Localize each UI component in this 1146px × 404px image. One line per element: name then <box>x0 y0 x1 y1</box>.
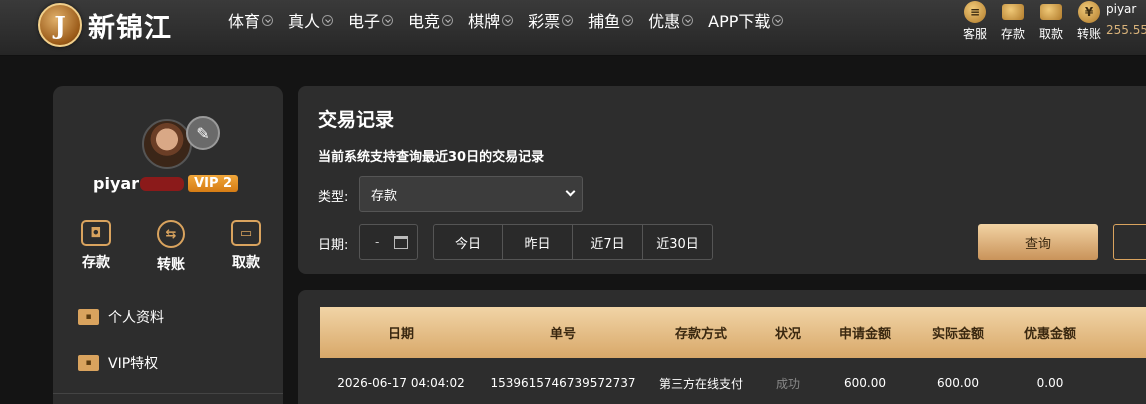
header-username: piyar <box>1106 2 1137 16</box>
page-subtitle: 当前系统支持查询最近30日的交易记录 <box>318 150 545 165</box>
date-label: 日期: <box>318 238 349 253</box>
top-header: J 新锦江 体育 真人 电子 电竞 棋牌 彩票 捕鱼 优惠 APP下载 ≡ 客服… <box>0 0 1146 56</box>
profile-card-icon: ▪ <box>78 309 99 325</box>
transaction-table-panel: 日期 单号 存款方式 状况 申请金额 实际金额 优惠金额 2026-06-17 … <box>298 290 1146 404</box>
logo[interactable]: J 新锦江 <box>38 2 172 48</box>
quick-withdraw[interactable]: 取款 <box>1032 0 1070 42</box>
chevron-down-icon <box>565 186 576 197</box>
cell-actual: 600.00 <box>937 376 979 390</box>
header-balance: 255.55 <box>1106 23 1146 37</box>
main-nav: 体育 真人 电子 电竞 棋牌 彩票 捕鱼 优惠 APP下载 <box>228 9 798 31</box>
nav-item-app-download[interactable]: APP下载 <box>708 9 784 31</box>
logo-text: 新锦江 <box>88 12 172 44</box>
nav-item-esports[interactable]: 电竞 <box>408 9 454 31</box>
yesterday-button[interactable]: 昨日 <box>503 224 573 260</box>
nav-item-sports[interactable]: 体育 <box>228 9 274 31</box>
username-row: piyar VIP 2 <box>93 174 239 193</box>
cell-order-no: 1539615746739572737 <box>490 376 636 390</box>
date-input-value: - <box>375 235 380 249</box>
vip-badge: VIP 2 <box>188 175 239 192</box>
wallet-icon <box>1002 4 1024 20</box>
logo-badge-icon: J <box>38 3 82 47</box>
cell-status: 成功 <box>775 376 800 391</box>
sidebar-withdraw-button[interactable]: ▭ 取款 <box>221 220 271 274</box>
nav-item-slots[interactable]: 电子 <box>348 9 394 31</box>
nav-item-cards[interactable]: 棋牌 <box>468 9 514 31</box>
chevron-down-icon <box>622 14 634 26</box>
chevron-down-icon <box>562 14 574 26</box>
quick-actions: ≡ 客服 存款 取款 ¥ 转账 <box>956 0 1108 42</box>
edit-icon[interactable]: ✎ <box>186 116 220 150</box>
cell-requested: 600.00 <box>844 376 886 390</box>
transfer-icon: ⇆ <box>157 220 185 248</box>
column-header-order-no: 单号 <box>549 327 576 342</box>
secondary-button[interactable] <box>1113 224 1146 260</box>
quick-transfer[interactable]: ¥ 转账 <box>1070 0 1108 42</box>
nav-item-fishing[interactable]: 捕鱼 <box>588 9 634 31</box>
last-30-days-button[interactable]: 近30日 <box>643 224 713 260</box>
chevron-down-icon <box>682 14 694 26</box>
column-header-bonus: 优惠金额 <box>1023 327 1076 342</box>
sidebar-divider <box>53 393 283 394</box>
user-sidebar: ✎ piyar VIP 2 ◘ 存款 ⇆ 转账 ▭ 取款 ▪ 个人资料 ▪ VI… <box>53 86 283 404</box>
date-input[interactable]: - <box>359 224 418 260</box>
column-header-status: 状况 <box>774 327 801 342</box>
wallet-icon: ◘ <box>81 220 111 246</box>
customer-service-icon: ≡ <box>964 1 986 23</box>
chevron-down-icon <box>772 14 784 26</box>
nav-item-lottery[interactable]: 彩票 <box>528 9 574 31</box>
chevron-down-icon <box>322 14 334 26</box>
type-label: 类型: <box>318 190 349 205</box>
column-header-actual: 实际金额 <box>931 327 984 342</box>
sidebar-username: piyar <box>93 174 140 193</box>
table-header: 日期 单号 存款方式 状况 申请金额 实际金额 优惠金额 <box>320 307 1146 358</box>
today-button[interactable]: 今日 <box>433 224 503 260</box>
column-header-requested: 申请金额 <box>838 327 891 342</box>
chevron-down-icon <box>442 14 454 26</box>
transaction-filter-panel: 交易记录 当前系统支持查询最近30日的交易记录 类型: 存款 日期: - 今日 … <box>298 86 1146 274</box>
username-redaction <box>140 176 185 191</box>
last-7-days-button[interactable]: 近7日 <box>573 224 643 260</box>
sidebar-actions: ◘ 存款 ⇆ 转账 ▭ 取款 <box>71 220 271 274</box>
page-title: 交易记录 <box>318 109 395 131</box>
chevron-down-icon <box>382 14 394 26</box>
sidebar-deposit-button[interactable]: ◘ 存款 <box>71 220 121 274</box>
card-icon: ▭ <box>231 220 261 246</box>
sidebar-item-vip[interactable]: ▪ VIP特权 <box>78 352 164 374</box>
type-select[interactable]: 存款 <box>359 176 583 212</box>
quick-date-buttons: 今日 昨日 近7日 近30日 <box>433 224 713 260</box>
avatar[interactable] <box>142 119 192 169</box>
sidebar-menu: ▪ 个人资料 ▪ VIP特权 <box>78 306 164 398</box>
sidebar-item-profile[interactable]: ▪ 个人资料 <box>78 306 164 328</box>
sidebar-transfer-button[interactable]: ⇆ 转账 <box>146 220 196 274</box>
vip-card-icon: ▪ <box>78 355 99 371</box>
quick-deposit[interactable]: 存款 <box>994 0 1032 42</box>
chevron-down-icon <box>262 14 274 26</box>
chevron-down-icon <box>502 14 514 26</box>
header-user[interactable]: piyar 255.55 <box>1106 2 1146 37</box>
card-icon <box>1040 4 1062 20</box>
column-header-method: 存款方式 <box>674 327 727 342</box>
transfer-icon: ¥ <box>1078 1 1100 23</box>
nav-item-promotions[interactable]: 优惠 <box>648 9 694 31</box>
quick-customer-service[interactable]: ≡ 客服 <box>956 0 994 42</box>
calendar-icon <box>394 236 408 249</box>
nav-item-live[interactable]: 真人 <box>288 9 334 31</box>
cell-method: 第三方在线支付 <box>658 376 743 391</box>
cell-date: 2026-06-17 04:04:02 <box>337 376 465 390</box>
query-button[interactable]: 查询 <box>978 224 1098 260</box>
cell-bonus: 0.00 <box>1036 376 1064 390</box>
type-select-value: 存款 <box>371 188 398 204</box>
table-row: 2026-06-17 04:04:02 1539615746739572737 … <box>320 358 1146 404</box>
column-header-date: 日期 <box>387 327 414 342</box>
